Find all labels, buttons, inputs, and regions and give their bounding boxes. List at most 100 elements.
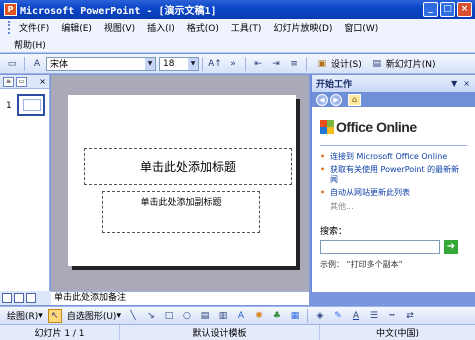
design-label: 设计(S)	[331, 60, 362, 70]
draw-menu-button[interactable]: 绘图(R) ▾	[7, 309, 43, 323]
search-example: 示例： “打印多个副本”	[320, 260, 403, 269]
language-indicator: 中文(中国)	[375, 329, 420, 339]
office-online-logo: Office Online	[320, 113, 467, 141]
toolbar-grip[interactable]	[8, 21, 11, 34]
menu-format[interactable]: 格式(O)	[181, 21, 225, 34]
align-icon[interactable]: ≡	[287, 57, 301, 71]
office-logo-icon	[320, 120, 334, 134]
task-pane-title: 开始工作	[316, 80, 353, 90]
slide-indicator: 幻灯片 1 / 1	[0, 325, 120, 340]
chevron-down-icon: ▼	[145, 57, 155, 70]
sorter-view-button[interactable]	[14, 293, 24, 303]
font-color-icon[interactable]: A	[349, 309, 363, 323]
office-logo-text: Office Online	[336, 119, 417, 135]
font-size-select[interactable]: 18 ▼	[159, 56, 199, 71]
home-icon[interactable]: ⌂	[348, 93, 361, 106]
grow-font-icon[interactable]: A↑	[208, 57, 222, 71]
forward-icon[interactable]: ▶	[330, 93, 342, 106]
font-name-value: 宋体	[50, 60, 69, 70]
normal-view-button[interactable]	[2, 293, 12, 303]
task-pane-nav: ◀ ▶ ⌂	[312, 92, 475, 107]
menu-insert[interactable]: 插入(I)	[141, 21, 181, 34]
font-name-select[interactable]: 宋体 ▼	[46, 56, 156, 71]
menu-help[interactable]: 帮助(H)	[8, 38, 52, 51]
decrease-indent-icon[interactable]: ⇤	[251, 57, 265, 71]
close-icon[interactable]: ×	[39, 77, 46, 86]
style-icon[interactable]: A	[30, 57, 44, 71]
outline-tab[interactable]: ≡	[3, 76, 14, 87]
toolbar-separator	[245, 56, 246, 71]
new-slide-button[interactable]: ▤ 新幻灯片(N)	[368, 57, 436, 71]
notes-pane[interactable]: 单击此处添加备注	[51, 291, 309, 305]
close-icon[interactable]: ×	[463, 79, 470, 88]
divider	[320, 145, 467, 146]
toolbar-separator	[202, 56, 203, 71]
search-label: 搜索：	[320, 227, 348, 237]
drawing-toolbar: 绘图(R) ▾ ↖ 自选图形(U) ▾ ╲ ↘ □ ○ ▤ ▥ A ✺ ♣ ▦ …	[0, 306, 475, 324]
slide-number: 1	[6, 101, 12, 111]
textbox-icon[interactable]: ▤	[198, 309, 212, 323]
oval-icon[interactable]: ○	[180, 309, 194, 323]
arrow-style-icon[interactable]: ⇄	[403, 309, 417, 323]
chevron-down-icon: ▼	[188, 57, 198, 70]
menu-tools[interactable]: 工具(T)	[225, 21, 268, 34]
line-color-icon[interactable]: ✎	[331, 309, 345, 323]
link-text: 自动从网站更新此列表	[330, 188, 410, 197]
arrow-icon[interactable]: ↘	[144, 309, 158, 323]
line-style-icon[interactable]: ☰	[367, 309, 381, 323]
diagram-icon[interactable]: ✺	[252, 309, 266, 323]
minimize-button[interactable]: _	[423, 2, 438, 17]
picture-icon[interactable]: ▦	[288, 309, 302, 323]
back-icon[interactable]: ◀	[316, 93, 328, 106]
menu-file[interactable]: 文件(F)	[13, 21, 55, 34]
more-link[interactable]: 其他...	[330, 201, 467, 212]
menu-view[interactable]: 视图(V)	[98, 21, 141, 34]
subtitle-placeholder[interactable]: 单击此处添加副标题	[102, 191, 260, 233]
rectangle-icon[interactable]: □	[162, 309, 176, 323]
increase-indent-icon[interactable]: ⇥	[269, 57, 283, 71]
design-button[interactable]: ▣ 设计(S)	[313, 57, 362, 71]
menu-edit[interactable]: 编辑(E)	[55, 21, 98, 34]
clipart-icon[interactable]: ♣	[270, 309, 284, 323]
line-icon[interactable]: ╲	[126, 309, 140, 323]
new-document-icon[interactable]: ▭	[5, 57, 19, 71]
bullet-icon: •	[320, 165, 326, 174]
fill-color-icon[interactable]: ◈	[313, 309, 327, 323]
slideshow-view-button[interactable]	[26, 293, 36, 303]
autoshapes-button[interactable]: 自选图形(U) ▾	[67, 309, 121, 323]
title-bar: P Microsoft PowerPoint - [演示文稿1] _ □ ×	[0, 0, 475, 19]
task-pane: 开始工作 ▼ × ◀ ▶ ⌂ Office Online • 连接到 Micro…	[311, 75, 475, 292]
menu-window[interactable]: 窗口(W)	[338, 21, 384, 34]
select-pointer-icon[interactable]: ↖	[47, 308, 62, 323]
slides-panel: ≡ ▭ × 1	[0, 75, 50, 291]
thumbnail-placeholder	[23, 99, 41, 111]
slide-thumbnail[interactable]	[17, 94, 45, 116]
close-button[interactable]: ×	[457, 2, 472, 17]
toolbar-separator	[306, 308, 308, 323]
link-latest-news[interactable]: • 获取有关使用 PowerPoint 的最新新闻	[320, 165, 467, 185]
slide-editing-area: 单击此处添加标题 单击此处添加副标题	[51, 75, 309, 291]
search-input[interactable]	[320, 240, 440, 254]
formatting-toolbar: ▭ A 宋体 ▼ 18 ▼ A↑ » ⇤ ⇥ ≡ ▣ 设计(S) ▤ 新幻灯片(…	[0, 54, 475, 74]
toolbar-options-icon[interactable]: »	[226, 57, 240, 71]
link-text: 连接到 Microsoft Office Online	[330, 152, 448, 161]
chevron-down-icon[interactable]: ▼	[451, 79, 457, 88]
chevron-down-icon: ▾	[38, 310, 43, 321]
slide-canvas[interactable]: 单击此处添加标题 单击此处添加副标题	[68, 95, 296, 266]
restore-button[interactable]: □	[440, 2, 455, 17]
link-auto-update[interactable]: • 自动从网站更新此列表	[320, 188, 467, 198]
title-placeholder[interactable]: 单击此处添加标题	[84, 148, 292, 185]
wordart-icon[interactable]: A	[234, 309, 248, 323]
link-connect-office-online[interactable]: • 连接到 Microsoft Office Online	[320, 152, 467, 162]
draw-label: 绘图(R)	[7, 312, 39, 322]
status-bar: 幻灯片 1 / 1 默认设计模板 中文(中国)	[0, 324, 475, 340]
vertical-textbox-icon[interactable]: ▥	[216, 309, 230, 323]
dash-style-icon[interactable]: ┅	[385, 309, 399, 323]
menu-slideshow[interactable]: 幻灯片放映(D)	[267, 21, 338, 34]
view-buttons	[0, 291, 51, 305]
bullet-icon: •	[320, 152, 326, 161]
search-go-button[interactable]: ➜	[444, 240, 458, 254]
toolbar-separator	[306, 56, 307, 71]
slides-tab[interactable]: ▭	[16, 76, 27, 87]
new-slide-label: 新幻灯片(N)	[385, 60, 436, 70]
